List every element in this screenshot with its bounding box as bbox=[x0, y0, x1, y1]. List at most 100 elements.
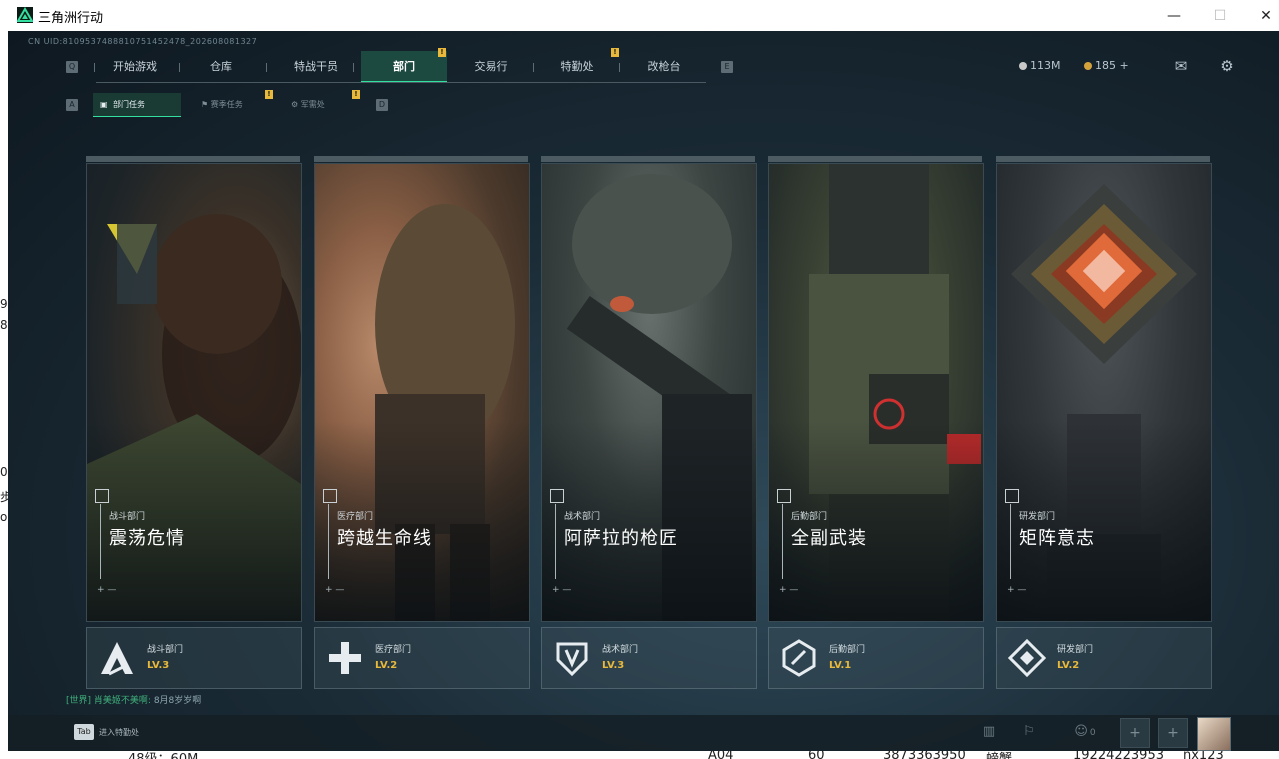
avatar[interactable] bbox=[1197, 717, 1231, 751]
divider bbox=[179, 63, 180, 72]
department-level: LV.2 bbox=[375, 660, 398, 671]
nav-tab-warehouse[interactable]: 仓库 bbox=[186, 51, 256, 83]
background-spreadsheet-row: 48级：60M A04 60 3873363950 螃蟹 19224223953… bbox=[8, 751, 1279, 759]
decor-plus: + — bbox=[325, 585, 345, 595]
friends-icon: ☺ bbox=[1074, 724, 1088, 739]
maximize-button[interactable]: ☐ bbox=[1197, 0, 1243, 31]
divider bbox=[533, 63, 534, 72]
department-name: 研发部门 bbox=[1057, 645, 1094, 655]
subnav-tab-label: 部门任务 bbox=[113, 100, 145, 109]
nav-tab-operators[interactable]: 特战干员 bbox=[276, 51, 356, 83]
decor-line bbox=[1010, 504, 1011, 579]
department-card-combat[interactable]: 战斗部门 震荡危情 + — bbox=[86, 163, 302, 622]
card-title: 跨越生命线 bbox=[337, 528, 432, 549]
window-title: 三角洲行动 bbox=[38, 11, 104, 26]
card-header-strip bbox=[768, 156, 982, 162]
desktop-fragment-text: 8 bbox=[0, 318, 8, 332]
department-card-logistics[interactable]: 后勤部门 全副武装 + — bbox=[768, 163, 984, 622]
department-name: 战斗部门 bbox=[147, 645, 184, 655]
shield-icon bbox=[550, 636, 594, 680]
subnav-key-left[interactable]: A bbox=[66, 99, 78, 111]
bottom-bar: Tab 进入特勤处 ▥ ⚐ ☺ 0 + + bbox=[8, 715, 1279, 751]
nav-key-right[interactable]: E bbox=[721, 61, 733, 73]
department-level: LV.1 bbox=[829, 660, 852, 671]
expand-icon bbox=[550, 489, 564, 503]
card-title: 震荡危情 bbox=[109, 528, 185, 549]
nav-tab-gunsmith[interactable]: 改枪台 bbox=[626, 51, 702, 83]
subnav-tab-department-tasks[interactable]: ▣ 部门任务 bbox=[93, 93, 181, 117]
subnav-tab-label: 军需处 bbox=[300, 100, 325, 109]
background-desktop-left: 9( 8 0 步 or bbox=[0, 0, 12, 759]
uid-label: CN UID:8109537488810751452478_2026080813… bbox=[28, 37, 258, 46]
card-title: 矩阵意志 bbox=[1019, 528, 1095, 549]
card-title: 阿萨拉的枪匠 bbox=[564, 528, 678, 549]
subnav-tab-label: 赛季任务 bbox=[210, 100, 243, 109]
divider bbox=[619, 63, 620, 72]
currency-1[interactable]: 113M bbox=[1019, 59, 1061, 72]
divider bbox=[94, 63, 95, 72]
department-level-medical[interactable]: 医疗部门 LV.2 bbox=[314, 627, 530, 689]
notification-badge: ! bbox=[265, 90, 273, 99]
mail-icon[interactable]: ✉ bbox=[1171, 57, 1191, 75]
game-window: 三角洲行动 — ☐ ✕ CN UID:810953748881075145247… bbox=[8, 0, 1279, 751]
department-card-tactical[interactable]: 战术部门 阿萨拉的枪匠 + — bbox=[541, 163, 757, 622]
tab-key-hint[interactable]: Tab bbox=[74, 724, 94, 740]
expand-icon bbox=[777, 489, 791, 503]
department-name: 战术部门 bbox=[602, 645, 639, 655]
app-logo-icon bbox=[17, 7, 33, 23]
diamond-icon bbox=[1005, 636, 1049, 680]
minimize-button[interactable]: — bbox=[1151, 0, 1197, 31]
desktop-fragment-text: 0 bbox=[0, 465, 8, 479]
add-slot-button[interactable]: + bbox=[1158, 718, 1188, 748]
nav-tab-special-ops[interactable]: 特勤处 bbox=[541, 51, 613, 83]
decor-line bbox=[328, 504, 329, 579]
department-level-logistics[interactable]: 后勤部门 LV.1 bbox=[768, 627, 984, 689]
supply-icon: ⚙ bbox=[291, 100, 301, 109]
gear-icon[interactable]: ⚙ bbox=[1217, 57, 1237, 75]
expand-icon bbox=[1005, 489, 1019, 503]
department-name: 后勤部门 bbox=[829, 645, 866, 655]
decor-line bbox=[782, 504, 783, 579]
card-category: 战术部门 bbox=[564, 512, 601, 522]
coin-icon bbox=[1019, 62, 1027, 70]
game-viewport: CN UID:8109537488810751452478_2026080813… bbox=[8, 31, 1279, 751]
department-level-tactical[interactable]: 战术部门 LV.3 bbox=[541, 627, 757, 689]
close-button[interactable]: ✕ bbox=[1243, 0, 1279, 31]
card-header-strip bbox=[314, 156, 528, 162]
expand-icon bbox=[323, 489, 337, 503]
season-icon: ⚑ bbox=[201, 100, 211, 109]
card-header-strip bbox=[996, 156, 1210, 162]
chat-user: 肖美姬不美啊: bbox=[93, 696, 151, 706]
card-title: 全副武装 bbox=[791, 528, 867, 549]
decor-line bbox=[555, 504, 556, 579]
task-icon: ▣ bbox=[100, 100, 108, 109]
nav-tab-department[interactable]: 部门 bbox=[361, 51, 447, 83]
department-name: 医疗部门 bbox=[375, 645, 412, 655]
divider bbox=[353, 63, 354, 72]
friends-count: 0 bbox=[1089, 728, 1096, 738]
add-slot-button[interactable]: + bbox=[1120, 718, 1150, 748]
department-card-research[interactable]: 研发部门 矩阵意志 + — bbox=[996, 163, 1212, 622]
notification-badge: ! bbox=[438, 48, 446, 57]
tab-key-label: 进入特勤处 bbox=[99, 728, 139, 737]
chat-message[interactable]: [世界] 肖美姬不美啊: 8月8岁岁啊 bbox=[66, 693, 201, 706]
card-category: 医疗部门 bbox=[337, 512, 374, 522]
currency-2-value: 185 + bbox=[1095, 59, 1129, 72]
nav-key-left[interactable]: Q bbox=[66, 61, 78, 73]
stats-icon[interactable]: ▥ bbox=[978, 721, 1000, 743]
flag-icon[interactable]: ⚐ bbox=[1018, 721, 1040, 743]
currency-2[interactable]: 185 + bbox=[1084, 59, 1129, 72]
chat-text: 8月8岁岁啊 bbox=[153, 696, 202, 706]
nav-tab-start-game[interactable]: 开始游戏 bbox=[100, 51, 170, 83]
subnav-tab-season-tasks[interactable]: ⚑ 赛季任务 bbox=[201, 93, 271, 117]
friends-button[interactable]: ☺ 0 bbox=[1068, 721, 1102, 743]
decor-plus: + — bbox=[1007, 585, 1027, 595]
department-level-research[interactable]: 研发部门 LV.2 bbox=[996, 627, 1212, 689]
department-card-medical[interactable]: 医疗部门 跨越生命线 + — bbox=[314, 163, 530, 622]
subnav-tab-quartermaster[interactable]: ⚙ 军需处 bbox=[291, 93, 351, 117]
nav-tab-trade[interactable]: 交易行 bbox=[456, 51, 526, 83]
title-bar: 三角洲行动 — ☐ ✕ bbox=[8, 0, 1279, 31]
hexagon-icon bbox=[777, 636, 821, 680]
department-level-combat[interactable]: 战斗部门 LV.3 bbox=[86, 627, 302, 689]
subnav-key-right[interactable]: D bbox=[376, 99, 388, 111]
